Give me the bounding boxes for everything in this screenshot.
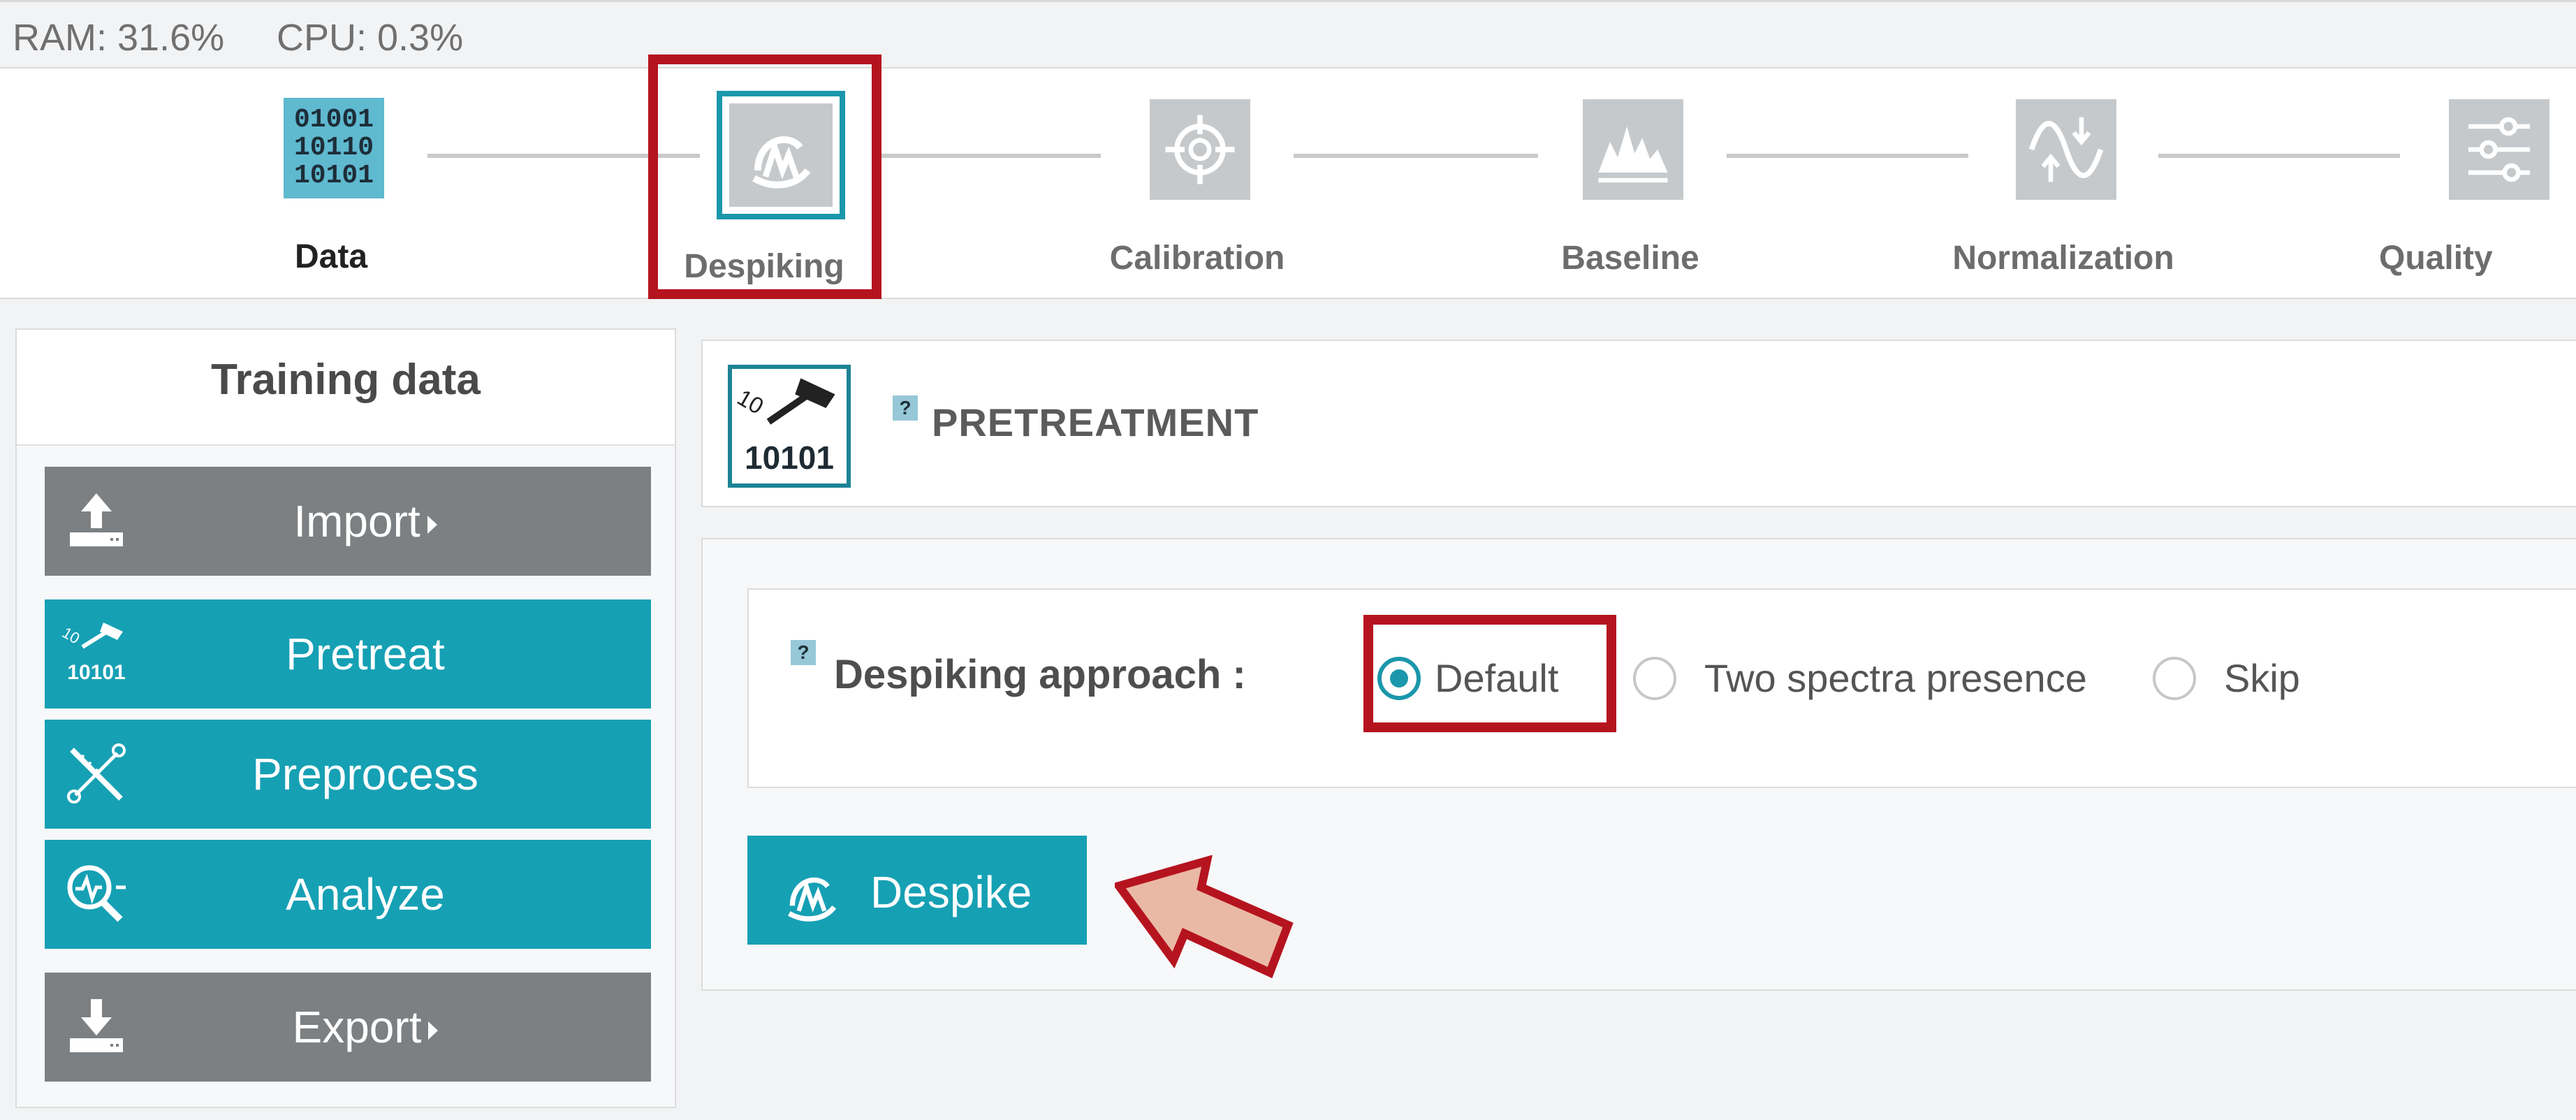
import-label: Import — [293, 496, 420, 546]
status-bar: RAM: 31.6% CPU: 0.3% — [0, 0, 2576, 69]
pretreatment-icon: 10 10101 — [728, 365, 851, 488]
radio-skip[interactable]: Skip — [2153, 655, 2334, 704]
crosshair-target-icon — [1150, 99, 1250, 200]
pretreat-icon-text: 10101 — [67, 661, 126, 684]
panel-title: Training data — [211, 356, 481, 404]
radio-label: Two spectra presence — [1704, 656, 2087, 700]
binary-data-icon: 01001 10110 10101 — [284, 98, 384, 198]
preprocess-tools-icon — [67, 743, 126, 803]
help-icon[interactable]: ? — [893, 395, 918, 421]
export-button[interactable]: Export — [45, 973, 651, 1082]
upload-icon — [70, 493, 123, 546]
radio-button[interactable] — [1633, 657, 1676, 700]
caret-right-icon — [427, 516, 437, 534]
workflow-step-baseline[interactable]: Baseline — [1484, 89, 1777, 277]
svg-text:10: 10 — [61, 624, 83, 648]
svg-text:10: 10 — [733, 384, 768, 419]
despike-button[interactable]: Despike — [747, 836, 1087, 945]
help-icon[interactable]: ? — [791, 640, 816, 665]
pointer-arrow-icon — [1115, 855, 1294, 979]
radio-label: Skip — [2224, 656, 2300, 700]
import-button[interactable]: Import — [45, 467, 651, 576]
preprocess-label: Preprocess — [252, 749, 478, 799]
download-icon — [70, 999, 123, 1052]
approach-label: Despiking approach : — [834, 652, 1246, 697]
binary-text: 01001 10110 10101 — [293, 105, 374, 191]
training-data-panel: Training data Import 10 10101 Pretreat P… — [15, 328, 676, 1108]
pretreatment-header: 10 10101 ? PRETREATMENT — [701, 340, 2576, 507]
ram-usage: RAM: 31.6% — [13, 17, 225, 59]
pretreatment-icon-text: 10101 — [745, 439, 834, 476]
analyze-label: Analyze — [286, 869, 445, 919]
workflow-stepper: 01001 10110 10101 Data Despiking Calibra… — [0, 67, 2576, 299]
pretreat-button[interactable]: 10 10101 Pretreat — [45, 599, 651, 708]
workflow-step-normalization[interactable]: Normalization — [1917, 89, 2210, 277]
radio-button[interactable] — [2153, 657, 2196, 700]
step-label: Calibration — [1109, 240, 1285, 277]
pretreat-hammer-icon: 10 10101 — [61, 619, 131, 689]
sine-wave-normalize-icon — [2016, 99, 2116, 200]
export-label: Export — [292, 1002, 422, 1052]
section-title: PRETREATMENT — [932, 400, 1259, 444]
step-label: Data — [294, 238, 368, 275]
spectrum-baseline-icon — [1583, 99, 1683, 200]
preprocess-button[interactable]: Preprocess — [45, 720, 651, 829]
step-label: Quality — [2379, 240, 2493, 277]
sliders-icon — [2449, 99, 2549, 200]
caret-right-icon — [428, 1021, 439, 1040]
cpu-usage: CPU: 0.3% — [277, 17, 464, 59]
pretreat-label: Pretreat — [286, 629, 445, 679]
despiking-approach-box: ? Despiking approach : Default Two spect… — [747, 588, 2576, 788]
radio-two-spectra[interactable]: Two spectra presence — [1633, 655, 2136, 704]
workflow-step-calibration[interactable]: Calibration — [1051, 89, 1344, 277]
default-option-highlight — [1363, 615, 1616, 732]
analyze-button[interactable]: Analyze — [45, 840, 651, 949]
step-label: Normalization — [1952, 240, 2174, 277]
panel-header: Training data — [17, 330, 675, 446]
workflow-step-data[interactable]: 01001 10110 10101 Data — [184, 89, 478, 275]
step-label: Baseline — [1561, 240, 1699, 277]
despiking-icon — [788, 878, 837, 922]
workflow-step-quality[interactable]: Quality — [2350, 89, 2576, 277]
despiking-step-highlight — [648, 54, 881, 299]
despiking-content: ? Despiking approach : Default Two spect… — [701, 538, 2576, 991]
analyze-magnifier-icon — [67, 865, 126, 922]
despike-label: Despike — [870, 867, 1032, 917]
